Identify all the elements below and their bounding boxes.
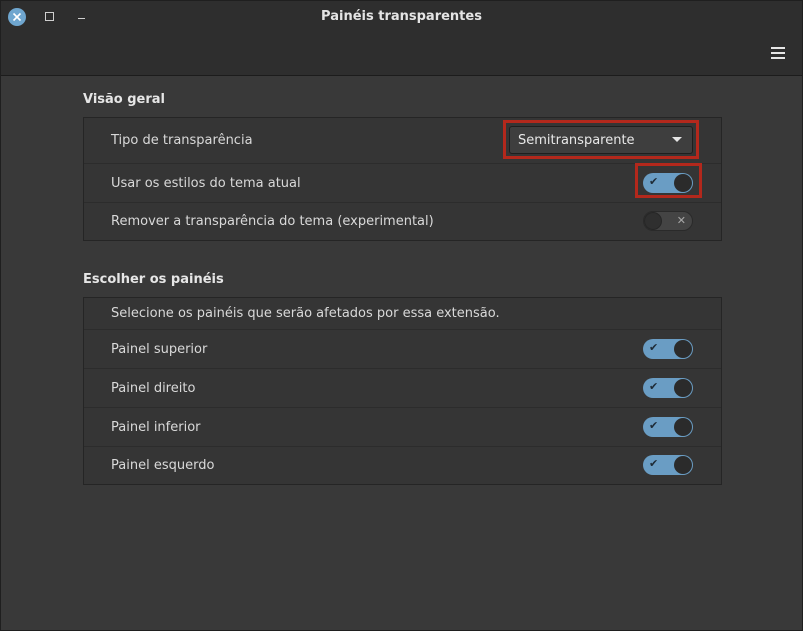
switch-knob xyxy=(674,418,692,436)
highlight-box-switch xyxy=(635,163,702,198)
panel-right-label: Painel direito xyxy=(111,380,196,396)
panel-bottom-label: Painel inferior xyxy=(111,419,201,435)
panel-right-switch[interactable]: ✔ xyxy=(643,378,693,398)
row-remove-theme-transparency: Remover a transparência do tema (experim… xyxy=(84,203,721,240)
row-panel-bottom: Painel inferior ✔ xyxy=(84,408,721,447)
check-icon: ✔ xyxy=(649,419,659,432)
panels-description: Selecione os painéis que serão afetados … xyxy=(111,306,500,321)
row-panel-right: Painel direito ✔ xyxy=(84,369,721,408)
panels-panel: Selecione os painéis que serão afetados … xyxy=(83,297,722,485)
check-icon: ✔ xyxy=(649,341,659,354)
window-title: Painéis transparentes xyxy=(321,9,482,24)
switch-knob xyxy=(674,340,692,358)
row-use-theme-styles: Usar os estilos do tema atual ✔ xyxy=(84,164,721,203)
remove-theme-transparency-switch[interactable]: ✕ xyxy=(643,211,693,231)
check-icon: ✔ xyxy=(649,457,659,470)
panel-top-switch[interactable]: ✔ xyxy=(643,339,693,359)
panel-left-label: Painel esquerdo xyxy=(111,458,215,473)
panel-bottom-switch[interactable]: ✔ xyxy=(643,417,693,437)
cross-icon: ✕ xyxy=(676,214,686,227)
switch-knob xyxy=(644,212,662,230)
switch-knob xyxy=(674,379,692,397)
panel-top-label: Painel superior xyxy=(111,341,208,357)
panel-left-switch[interactable]: ✔ xyxy=(643,455,693,475)
check-icon: ✔ xyxy=(649,380,659,393)
transparency-type-label: Tipo de transparência xyxy=(111,133,253,148)
row-description: Selecione os painéis que serão afetados … xyxy=(84,298,721,330)
remove-theme-transparency-label: Remover a transparência do tema (experim… xyxy=(111,214,434,229)
use-theme-styles-label: Usar os estilos do tema atual xyxy=(111,175,301,191)
row-panel-left: Painel esquerdo ✔ xyxy=(84,447,721,484)
switch-knob xyxy=(674,456,692,474)
hamburger-menu-icon[interactable] xyxy=(771,46,785,60)
highlight-box-dropdown xyxy=(503,120,699,159)
settings-window: Painéis transparentes Visão geral Tipo d… xyxy=(0,0,803,631)
section-title-overview: Visão geral xyxy=(83,92,166,107)
title-bar: Painéis transparentes xyxy=(1,1,802,76)
section-title-panels: Escolher os painéis xyxy=(83,272,224,287)
row-panel-top: Painel superior ✔ xyxy=(84,330,721,369)
